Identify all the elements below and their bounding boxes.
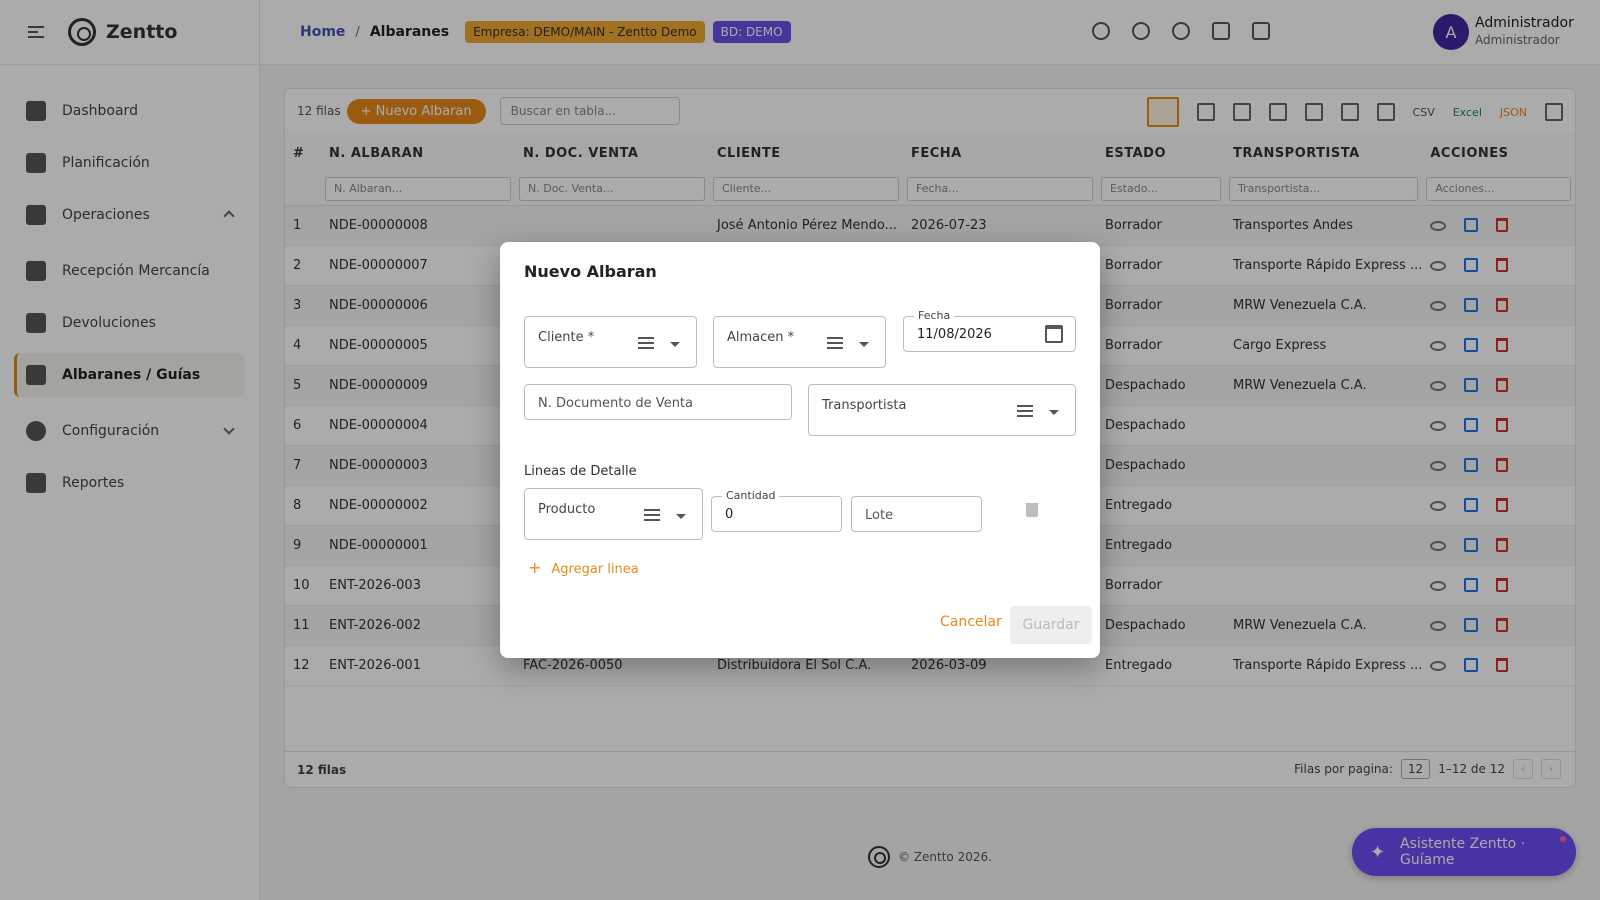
transportista-select[interactable]: Transportista xyxy=(808,384,1076,436)
cantidad-label: Cantidad xyxy=(722,489,780,502)
lote-placeholder: Lote xyxy=(865,508,894,523)
producto-label: Producto xyxy=(538,502,596,517)
almacen-label: Almacen * xyxy=(727,330,795,345)
fecha-value: 11/08/2026 xyxy=(917,327,992,342)
caret-down-icon[interactable] xyxy=(1049,410,1059,415)
caret-down-icon[interactable] xyxy=(859,342,869,347)
add-line-label: Agregar linea xyxy=(551,562,639,577)
calendar-icon[interactable] xyxy=(1045,325,1063,343)
nuevo-albaran-dialog: Nuevo Albaran Cliente * Almacen * Fecha … xyxy=(500,242,1100,658)
caret-down-icon[interactable] xyxy=(670,342,680,347)
plus-icon: + xyxy=(528,558,542,577)
list-icon[interactable] xyxy=(1017,405,1033,417)
list-icon[interactable] xyxy=(827,337,843,349)
cancel-button[interactable]: Cancelar xyxy=(940,614,1002,630)
save-button[interactable]: Guardar xyxy=(1010,606,1092,644)
add-line-button[interactable]: + Agregar linea xyxy=(528,558,639,577)
doc-venta-placeholder: N. Documento de Venta xyxy=(538,396,693,411)
almacen-select[interactable]: Almacen * xyxy=(713,316,886,368)
fecha-label: Fecha xyxy=(914,309,955,322)
producto-select[interactable]: Producto xyxy=(524,488,703,540)
list-icon[interactable] xyxy=(638,337,654,349)
cantidad-input[interactable]: Cantidad 0 xyxy=(711,489,842,532)
dialog-title: Nuevo Albaran xyxy=(524,262,657,281)
doc-venta-input[interactable]: N. Documento de Venta xyxy=(524,384,792,420)
delete-line-icon[interactable] xyxy=(1026,503,1038,517)
lines-section-label: Lineas de Detalle xyxy=(524,464,637,479)
fecha-field[interactable]: Fecha 11/08/2026 xyxy=(903,309,1076,352)
transportista-label: Transportista xyxy=(822,398,907,413)
lote-input[interactable]: Lote xyxy=(851,496,982,532)
cliente-select[interactable]: Cliente * xyxy=(524,316,697,368)
caret-down-icon[interactable] xyxy=(676,514,686,519)
cantidad-value: 0 xyxy=(725,507,734,522)
cliente-label: Cliente * xyxy=(538,330,595,345)
list-icon[interactable] xyxy=(644,509,660,521)
